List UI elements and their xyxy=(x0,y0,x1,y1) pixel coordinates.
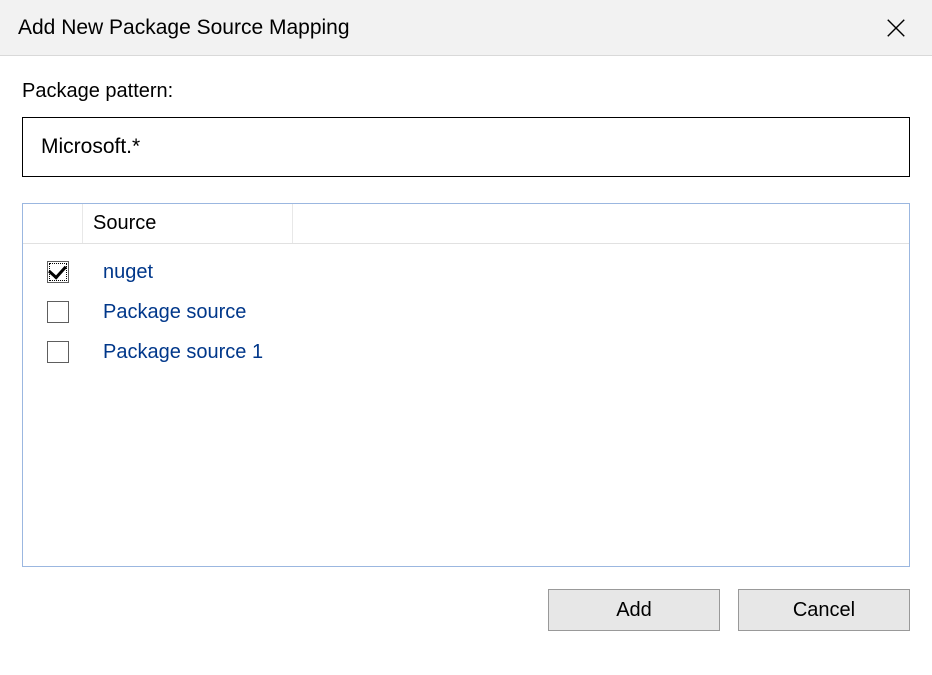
header-rest-column xyxy=(293,204,909,243)
source-row[interactable]: nuget xyxy=(23,252,909,292)
titlebar: Add New Package Source Mapping xyxy=(0,0,932,56)
source-name: nuget xyxy=(95,261,153,284)
button-row: Add Cancel xyxy=(0,567,932,631)
source-name: Package source 1 xyxy=(95,341,263,364)
checkbox-cell xyxy=(47,301,95,323)
pattern-input[interactable] xyxy=(22,117,910,177)
dialog-content: Package pattern: Source nuget Package sou… xyxy=(0,56,932,567)
source-checkbox[interactable] xyxy=(47,261,69,283)
header-checkbox-column xyxy=(23,204,83,243)
source-row[interactable]: Package source 1 xyxy=(23,332,909,372)
source-list-header: Source xyxy=(23,204,909,244)
cancel-button[interactable]: Cancel xyxy=(738,589,910,631)
dialog-title: Add New Package Source Mapping xyxy=(18,16,350,40)
close-icon xyxy=(885,17,907,39)
header-source-column[interactable]: Source xyxy=(83,204,293,243)
pattern-label: Package pattern: xyxy=(22,80,910,103)
checkbox-cell xyxy=(47,261,95,283)
source-row[interactable]: Package source xyxy=(23,292,909,332)
add-button[interactable]: Add xyxy=(548,589,720,631)
checkbox-cell xyxy=(47,341,95,363)
source-checkbox[interactable] xyxy=(47,301,69,323)
source-list: Source nuget Package source Package source… xyxy=(22,203,910,567)
source-checkbox[interactable] xyxy=(47,341,69,363)
source-name: Package source xyxy=(95,301,246,324)
close-button[interactable] xyxy=(880,12,912,44)
source-rows-container: nuget Package source Package source 1 xyxy=(23,244,909,380)
